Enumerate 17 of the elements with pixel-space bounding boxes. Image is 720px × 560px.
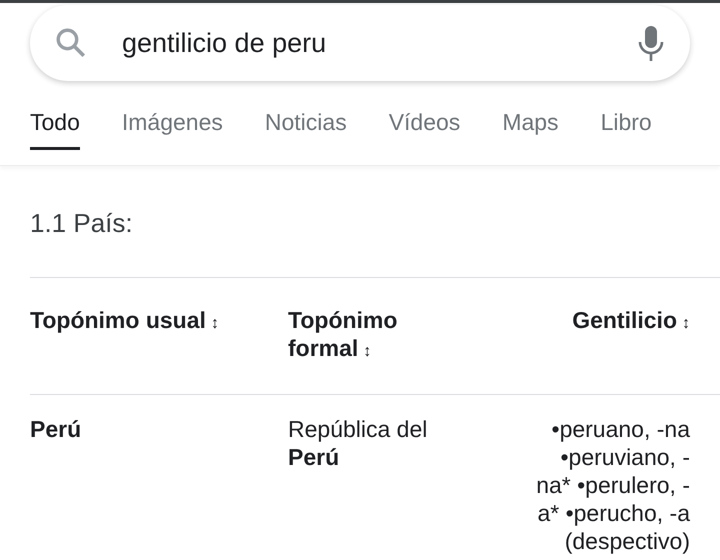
tab[interactable]: Todo <box>30 97 80 150</box>
column-header[interactable]: Topónimo usual ↕ <box>30 306 219 338</box>
search-bar[interactable]: gentilicio de peru <box>30 5 690 81</box>
search-icon <box>54 26 88 60</box>
tab[interactable]: Imágenes <box>122 97 223 150</box>
section-heading: 1.1 País: <box>29 207 134 240</box>
tab[interactable]: Maps <box>502 97 559 150</box>
column-header[interactable]: Topónimo formal ↕ <box>288 306 458 366</box>
column-header[interactable]: Gentilicio ↕ <box>572 306 690 338</box>
microphone-icon[interactable] <box>638 25 664 61</box>
tab[interactable]: Noticias <box>264 97 347 150</box>
tab[interactable]: Vídeos <box>388 97 460 150</box>
search-input[interactable]: gentilicio de peru <box>122 28 604 58</box>
table-cell: •peruano, -na •peruviano, -na* •perulero, -a* •perucho, -a (despectivo) <box>536 416 690 554</box>
table-cell: República del Perú <box>288 416 428 470</box>
tab[interactable]: Libro <box>600 97 652 150</box>
table-cell: Perú <box>30 416 82 442</box>
